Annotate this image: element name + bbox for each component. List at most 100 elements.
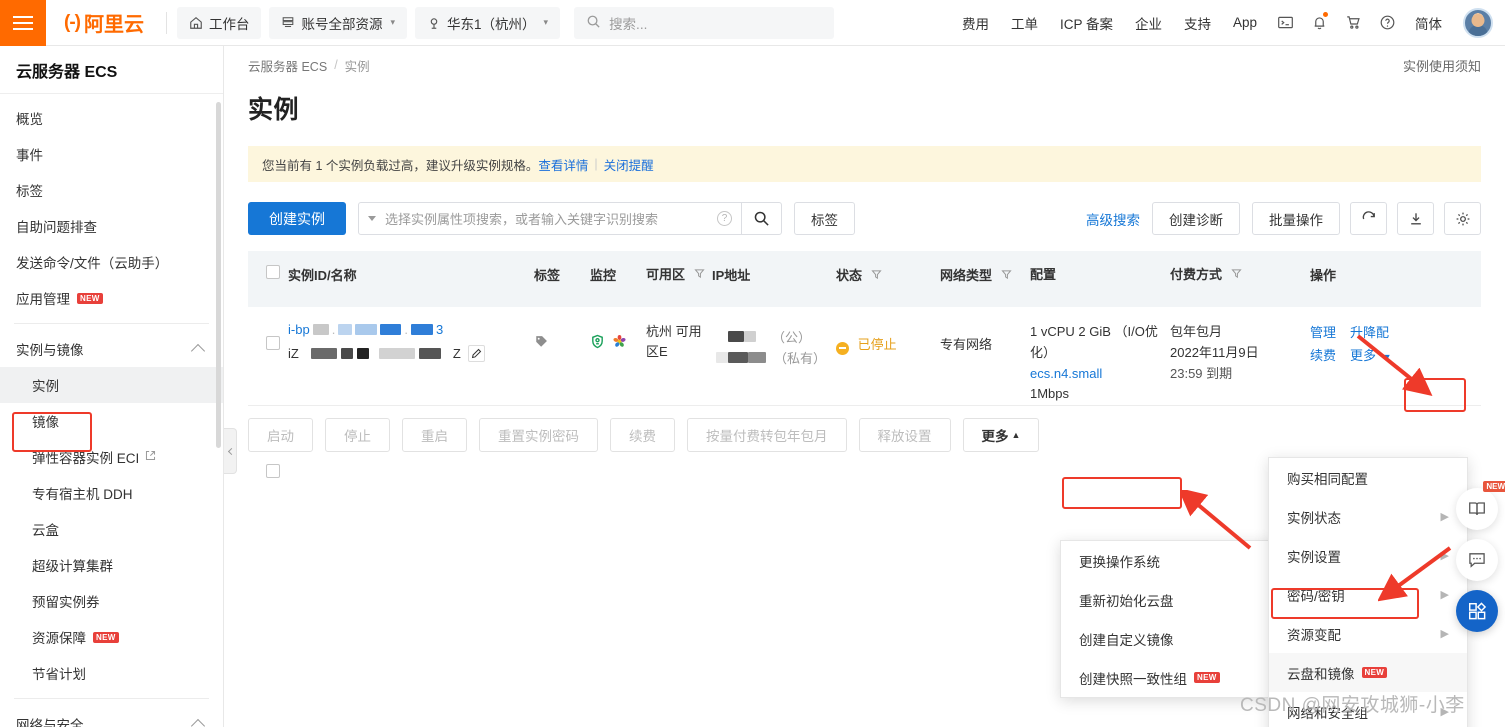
row-checkbox[interactable] [266,336,280,350]
sidebar-collapse-handle[interactable] [224,428,237,474]
instance-usage-notes-link[interactable]: 实例使用须知 [1403,56,1481,75]
search-filter-dropdown[interactable] [359,216,385,221]
sidebar-item-savings-plan[interactable]: 节省计划 [0,655,223,691]
sidebar-group-instances-images[interactable]: 实例与镜像 [0,331,223,367]
action-convert-to-subscription-button[interactable]: 按量付费转包年包月 [687,418,847,453]
instance-id-link[interactable]: i-bp . . 3 [288,322,534,337]
op-renew-link[interactable]: 续费 [1310,345,1336,368]
sidebar-item-overview[interactable]: 概览 [0,100,223,136]
menu-item-password-key[interactable]: 密码/密钥 ▶ [1269,575,1467,614]
search-submit-button[interactable] [741,202,781,235]
tag-filter-button[interactable]: 标签 [794,202,855,235]
menu-item-buy-same-config[interactable]: 购买相同配置 [1269,458,1467,497]
sidebar-item-ddh[interactable]: 专有宿主机 DDH [0,475,223,511]
advanced-search-link[interactable]: 高级搜索 [1086,209,1140,229]
terminal-icon[interactable] [1268,6,1302,40]
menu-item-disk-and-image[interactable]: 云盘和镜像 NEW [1269,653,1467,692]
nav-link-ticket[interactable]: 工单 [1000,13,1049,33]
filter-icon[interactable] [1001,268,1012,283]
gear-icon[interactable] [1444,202,1481,235]
bell-icon[interactable] [1302,6,1336,40]
apps-grid-icon[interactable] [1456,590,1498,632]
create-diagnosis-button[interactable]: 创建诊断 [1152,202,1240,235]
action-stop-button[interactable]: 停止 [325,418,390,453]
op-manage-link[interactable]: 管理 [1310,322,1336,345]
nav-link-icp[interactable]: ICP 备案 [1049,13,1124,33]
menu-item-create-custom-image[interactable]: 创建自定义镜像 [1061,619,1275,658]
all-resources-button[interactable]: 账号全部资源 ▾ [269,6,408,39]
op-more-dropdown[interactable]: 更多 ▼ [1350,345,1392,368]
filter-icon[interactable] [871,268,882,283]
sidebar-item-scc[interactable]: 超级计算集群 [0,547,223,583]
nav-link-support[interactable]: 支持 [1173,13,1222,33]
notice-close-link[interactable]: 关闭提醒 [604,155,654,174]
instance-search-box[interactable]: 选择实例属性项搜索，或者输入关键字识别搜索 ? [358,202,782,235]
select-all-checkbox[interactable] [266,265,280,279]
nav-link-app[interactable]: App [1222,15,1268,30]
breadcrumb-root[interactable]: 云服务器 ECS [248,56,327,75]
nav-link-fee[interactable]: 费用 [951,13,1000,33]
action-more-button[interactable]: 更多 ▲ [962,418,1040,453]
sidebar-scrollbar[interactable] [216,102,221,448]
sidebar-group-network-security[interactable]: 网络与安全 [0,706,223,727]
menu-item-network-security-group[interactable]: 网络和安全组 ▶ [1269,692,1467,727]
sidebar-group1-list: 实例 镜像 弹性容器实例 ECI 专有宿主机 DDH 云盒 超级计算集群 预留实… [0,367,223,691]
help-icon[interactable] [1370,6,1404,40]
sidebar-item-instances[interactable]: 实例 [0,367,223,403]
chat-bubble-icon[interactable] [1456,539,1498,581]
sidebar-item-reserved-instance[interactable]: 预留实例券 [0,583,223,619]
security-shield-icon[interactable] [590,334,609,352]
location-pin-icon [427,16,441,30]
menu-item-resource-change[interactable]: 资源变配 ▶ [1269,614,1467,653]
sidebar-item-app-management[interactable]: 应用管理 NEW [0,280,223,316]
search-input-placeholder[interactable]: 选择实例属性项搜索，或者输入关键字识别搜索 [385,209,717,228]
menu-item-change-os[interactable]: 更换操作系统 [1061,541,1275,580]
notice-detail-link[interactable]: 查看详情 [538,155,588,174]
sidebar-item-self-diagnosis[interactable]: 自助问题排查 [0,208,223,244]
config-instance-type-link[interactable]: ecs.n4.small [1030,364,1170,385]
menu-item-instance-settings[interactable]: 实例设置 ▶ [1269,536,1467,575]
menu-item-create-snapshot-group[interactable]: 创建快照一致性组 NEW [1061,658,1275,697]
sidebar-item-images[interactable]: 镜像 [0,403,223,439]
sidebar-group-label: 实例与镜像 [16,343,84,358]
action-renew-button[interactable]: 续费 [610,418,675,453]
sidebar-item-resource-assurance[interactable]: 资源保障 NEW [0,619,223,655]
refresh-icon[interactable] [1350,202,1387,235]
action-reset-password-button[interactable]: 重置实例密码 [479,418,598,453]
action-start-button[interactable]: 启动 [248,418,313,453]
edit-pencil-icon[interactable] [467,345,485,362]
tag-icon[interactable] [534,336,549,352]
sidebar-item-eci[interactable]: 弹性容器实例 ECI [0,439,223,475]
menu-toggle-button[interactable] [0,0,46,46]
sidebar-item-send-command[interactable]: 发送命令/文件（云助手） [0,244,223,280]
filter-icon[interactable] [694,265,705,285]
region-selector[interactable]: 华东1（杭州） ▾ [415,6,561,39]
cloud-monitor-icon[interactable] [612,334,627,352]
menu-item-reinit-disk[interactable]: 重新初始化云盘 [1061,580,1275,619]
filter-icon[interactable] [1231,265,1242,286]
op-resize-link[interactable]: 升降配 [1350,322,1389,345]
footer-checkbox[interactable] [266,464,280,479]
doc-book-icon[interactable]: NEW [1456,481,1505,530]
batch-operation-button[interactable]: 批量操作 [1252,202,1340,235]
cell-ip-address: （公） （私有） [712,322,836,368]
cart-icon[interactable] [1336,6,1370,40]
sidebar-item-cloudbox[interactable]: 云盒 [0,511,223,547]
global-search-input[interactable]: 搜索... [574,6,835,39]
sidebar-item-events[interactable]: 事件 [0,136,223,172]
sidebar-item-tags[interactable]: 标签 [0,172,223,208]
download-icon[interactable] [1397,202,1434,235]
sidebar-item-label: 节省计划 [32,667,86,682]
action-release-settings-button[interactable]: 释放设置 [858,418,951,453]
help-icon[interactable]: ? [717,211,732,226]
workbench-button[interactable]: 工作台 [176,6,262,39]
menu-item-instance-status[interactable]: 实例状态 ▶ [1269,497,1467,536]
nav-link-enterprise[interactable]: 企业 [1124,13,1173,33]
aliyun-logo[interactable]: (-) 阿里云 [46,0,160,46]
user-avatar[interactable] [1463,7,1493,38]
language-selector[interactable]: 简体 [1404,13,1453,33]
action-restart-button[interactable]: 重启 [402,418,467,453]
menu-item-label: 密码/密钥 [1287,588,1345,604]
create-instance-button[interactable]: 创建实例 [248,202,346,235]
pay-expire-date: 2022年11月9日 [1170,344,1259,360]
